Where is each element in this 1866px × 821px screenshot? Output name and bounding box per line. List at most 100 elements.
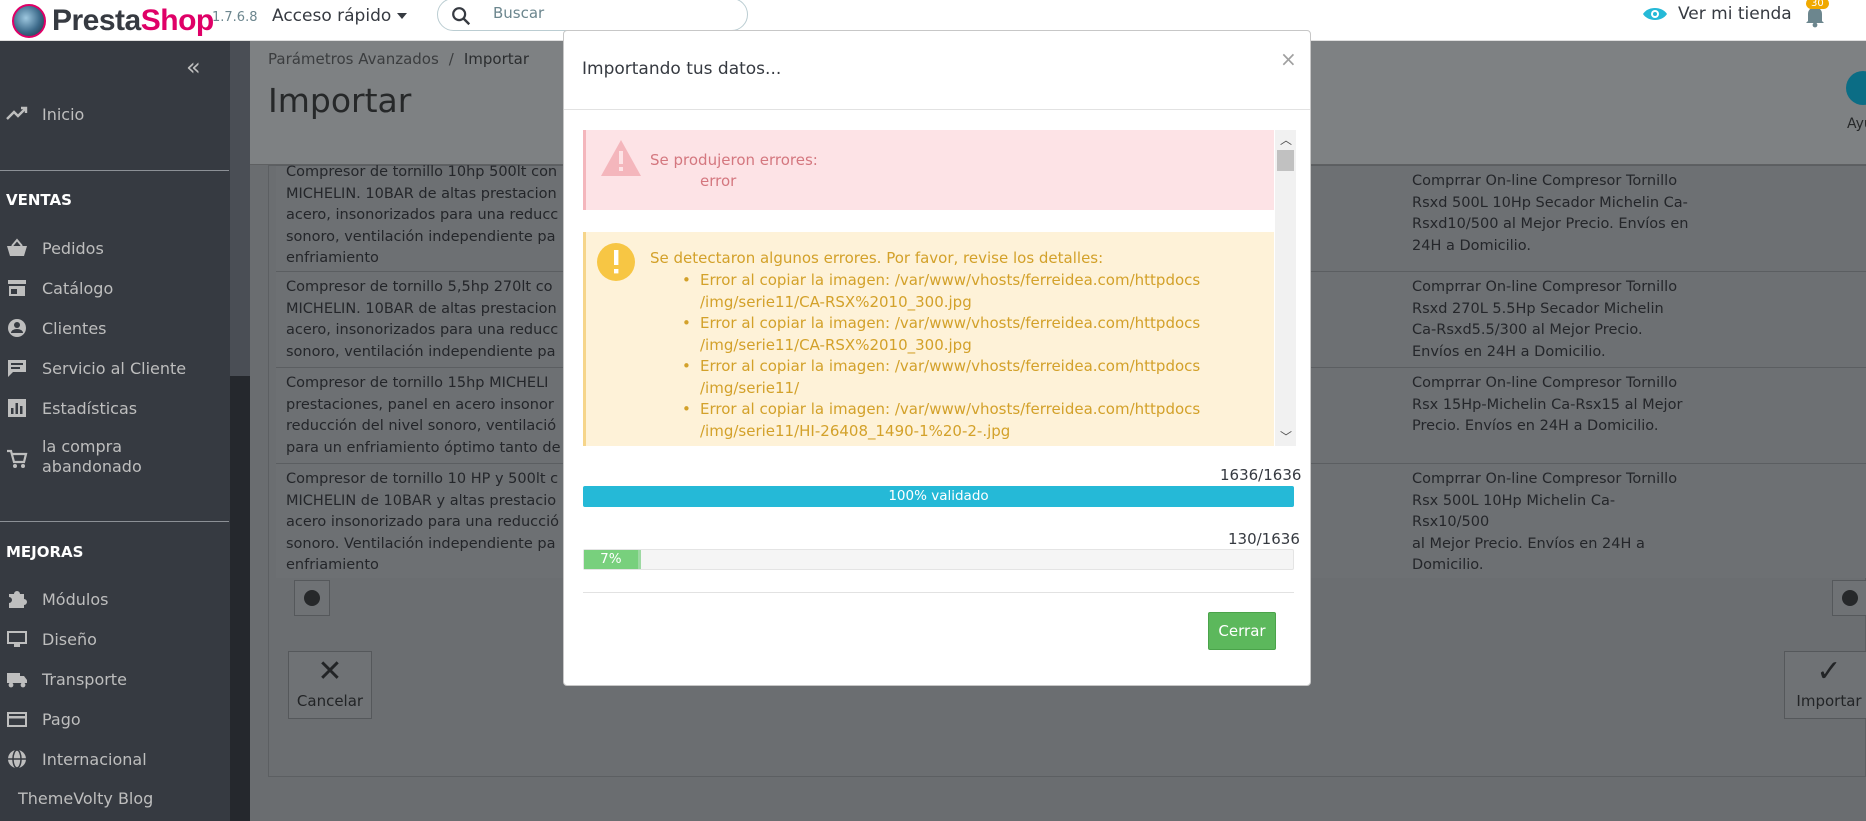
sidebar-item-internacional[interactable]: Internacional [0, 749, 147, 769]
check-icon: ✓ [1816, 654, 1842, 689]
list-item: Error al copiar la imagen: /var/www/vhos… [682, 399, 1200, 442]
help-icon[interactable] [1846, 71, 1866, 105]
quick-access-label: Acceso rápido [272, 6, 392, 26]
prestashop-logo[interactable]: PrestaShop [12, 0, 214, 41]
view-store-link[interactable]: Ver mi tienda [1642, 4, 1792, 24]
table-cell-meta: Comprrar On-line Compresor Tornillo Rsx … [1412, 471, 1678, 573]
sidebar-item-estadisticas[interactable]: Estadísticas [0, 398, 137, 418]
sidebar-item-compra-abandonada[interactable]: la compra abandonado [0, 437, 142, 477]
sidebar-item-pago[interactable]: Pago [0, 709, 81, 729]
breadcrumb-current: Importar [463, 50, 529, 68]
sidebar-item-diseno[interactable]: Diseño [0, 629, 97, 649]
messages-scrollbar-thumb[interactable] [1277, 150, 1294, 171]
import-label: Importar [1796, 692, 1862, 710]
next-page-button[interactable] [1832, 580, 1866, 616]
list-item: Error al copiar la imagen: /var/www/vhos… [682, 313, 1200, 356]
import-progress-bar: 7% [584, 550, 641, 569]
notifications-badge: 30 [1806, 0, 1829, 9]
desktop-icon [7, 631, 27, 647]
sidebar-item-label: Internacional [42, 749, 147, 769]
sidebar-item-clientes[interactable]: Clientes [0, 318, 107, 338]
table-cell-meta: Comprrar On-line Compresor Tornillo Rsxd… [1412, 279, 1678, 360]
section-mejoras: MEJORAS [6, 543, 84, 561]
sidebar-item-label: Módulos [42, 589, 109, 609]
validation-progress-bar: 100% validado [583, 486, 1294, 507]
sidebar-divider [0, 521, 229, 522]
close-button[interactable]: Cerrar [1208, 612, 1276, 650]
search-input[interactable]: Buscar [493, 4, 544, 22]
chat-icon [8, 360, 26, 377]
table-cell-description: Compresor de tornillo 10hp 500lt con MIC… [286, 164, 559, 266]
sidebar-item-servicio-cliente[interactable]: Servicio al Cliente [0, 358, 186, 378]
error-alert: Se produjeron errores: error [583, 130, 1274, 210]
warning-title: Se detectaron algunos errores. Por favor… [650, 249, 1104, 267]
cancel-label: Cancelar [296, 692, 364, 710]
messages-scrollbar[interactable] [1275, 130, 1296, 446]
account-circle-icon [8, 319, 26, 337]
sidebar-item-label: Pedidos [42, 238, 104, 258]
table-cell-meta: Comprrar On-line Compresor Tornillo Rsxd… [1412, 173, 1689, 254]
section-ventas: VENTAS [6, 191, 72, 209]
sidebar-item-label: Diseño [42, 629, 97, 649]
warning-alert: Se detectaron algunos errores. Por favor… [583, 232, 1274, 446]
import-button[interactable]: ✓ Importar [1784, 651, 1866, 719]
caret-down-icon [397, 13, 408, 19]
sidebar-item-label: Transporte [42, 669, 127, 689]
eye-icon [1643, 8, 1667, 20]
puzzle-icon [9, 591, 27, 608]
table-cell-meta: Comprrar On-line Compresor Tornillo Rsx … [1412, 375, 1683, 434]
collapse-sidebar-icon[interactable]: « [186, 53, 201, 81]
error-title: Se produjeron errores: [650, 151, 818, 169]
page-title: Importar [268, 81, 412, 120]
sidebar-item-label: Estadísticas [42, 398, 138, 418]
import-progress-track: 7% [583, 549, 1294, 570]
scroll-up-icon[interactable]: ︿ [1280, 131, 1292, 148]
scroll-down-icon[interactable]: ﹀ [1280, 428, 1292, 445]
table-cell-description: Compresor de tornillo 5,5hp 270lt co MIC… [286, 279, 559, 360]
sidebar-item-themevolty-blog[interactable]: ThemeVolty Blog [12, 789, 153, 808]
sidebar-divider [0, 170, 229, 171]
import-count: 130/1636 [1228, 530, 1300, 548]
breadcrumb: Parámetros Avanzados / Importar [268, 50, 529, 68]
sidebar-item-catalogo[interactable]: Catálogo [0, 278, 113, 298]
modal-close-icon[interactable]: × [1280, 47, 1297, 71]
modal-divider [564, 109, 1310, 110]
import-progress-modal: Importando tus datos... × Se produjeron … [563, 30, 1311, 686]
list-item: Error al copiar la imagen: /var/www/vhos… [682, 270, 1200, 313]
error-detail: error [700, 172, 737, 190]
logo-text: PrestaShop [52, 3, 214, 37]
help-label[interactable]: Ayu [1847, 116, 1866, 132]
validation-count: 1636/1636 [1220, 466, 1302, 484]
store-icon [8, 280, 26, 296]
sidebar-item-label: Inicio [42, 104, 85, 124]
list-item: Error al copiar la imagen: /var/www/vhos… [682, 356, 1200, 399]
breadcrumb-parent[interactable]: Parámetros Avanzados [268, 50, 439, 68]
sidebar-item-modulos[interactable]: Módulos [0, 589, 108, 609]
sidebar-item-label: ThemeVolty Blog [18, 789, 154, 808]
search-icon[interactable] [450, 5, 472, 27]
view-store-label: Ver mi tienda [1678, 4, 1792, 24]
sidebar-item-pedidos[interactable]: Pedidos [0, 238, 104, 258]
sidebar-item-label: Pago [42, 709, 81, 729]
chevron-right-icon [1842, 590, 1858, 606]
sidebar-item-label: Clientes [42, 318, 107, 338]
truck-icon [7, 673, 27, 688]
sidebar: « Inicio VENTAS Pedidos Catálogo Cliente… [0, 41, 250, 821]
sidebar-item-transporte[interactable]: Transporte [0, 669, 127, 689]
quick-access-menu[interactable]: Acceso rápido [272, 6, 408, 26]
messages-container[interactable]: Se produjeron errores: error Se detectar… [583, 130, 1296, 446]
prev-page-button[interactable] [294, 580, 330, 616]
basket-icon [7, 238, 27, 256]
sidebar-scrollbar-thumb[interactable] [230, 41, 250, 376]
search-bar[interactable]: Buscar [437, 0, 748, 31]
table-cell-description: Compresor de tornillo 15hp MICHELI prest… [286, 375, 561, 456]
table-cell-description: Compresor de tornillo 10 HP y 500lt c MI… [286, 471, 560, 573]
credit-card-icon [7, 712, 27, 727]
trending-up-icon [6, 106, 28, 120]
sidebar-item-inicio[interactable]: Inicio [0, 104, 84, 124]
exclamation-circle-icon [597, 243, 635, 281]
cancel-button[interactable]: ✕ Cancelar [288, 651, 372, 719]
modal-footer-divider [583, 592, 1294, 593]
close-icon: ✕ [317, 654, 343, 689]
sidebar-item-label: Catálogo [42, 278, 114, 298]
